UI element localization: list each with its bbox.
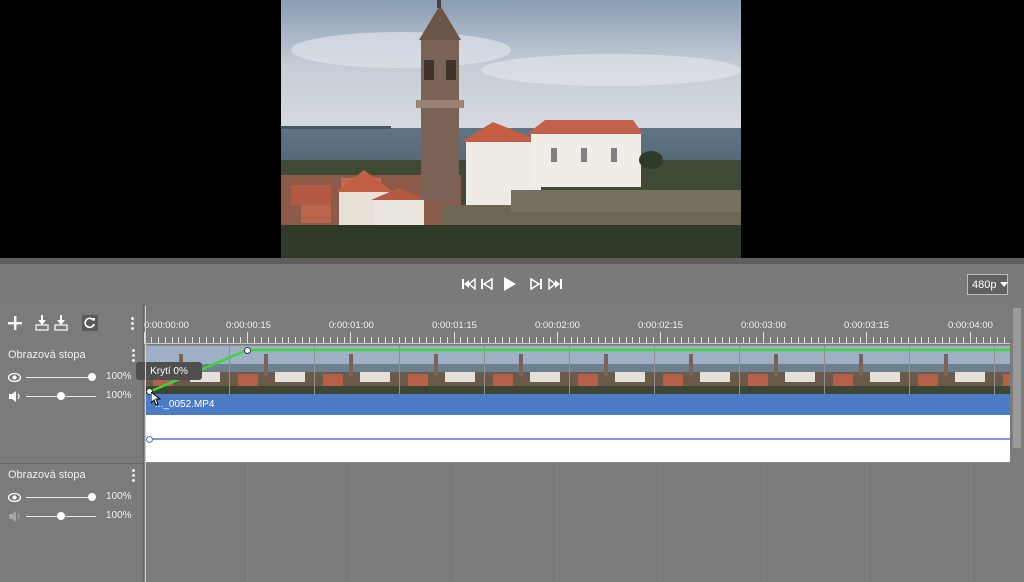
refresh-button[interactable] bbox=[82, 314, 98, 332]
refresh-icon bbox=[82, 315, 98, 331]
video-clip[interactable]: ..._0052.MP4 bbox=[144, 345, 1012, 463]
volume-slider-knob[interactable] bbox=[57, 392, 65, 400]
eye-icon bbox=[8, 492, 21, 503]
cursor-icon bbox=[150, 390, 162, 411]
track-name: Obrazová stopa bbox=[8, 469, 86, 481]
opacity-slider-knob[interactable] bbox=[88, 493, 96, 501]
rewind-to-start-icon[interactable] bbox=[459, 274, 479, 294]
align-bottom-icon bbox=[35, 315, 49, 331]
volume-keyframe[interactable] bbox=[146, 436, 153, 443]
clip-name: ..._0052.MP4 bbox=[155, 399, 215, 410]
volume-slider[interactable]: 100% bbox=[8, 510, 136, 524]
clip-thumbnail bbox=[825, 346, 910, 394]
quality-value: 480p bbox=[972, 278, 997, 291]
speaker-icon bbox=[9, 391, 20, 402]
scrollbar-thumb[interactable] bbox=[1013, 308, 1021, 448]
timeline[interactable]: 0:00:00:00 0:00:00:15 0:00:01:00 0:00:01… bbox=[144, 304, 1012, 582]
track-menu-icon[interactable] bbox=[132, 469, 136, 482]
fast-forward-to-end-icon[interactable] bbox=[545, 274, 565, 294]
ruler-label: 0:00:03:00 bbox=[741, 320, 786, 331]
clip-thumbnail bbox=[655, 346, 740, 394]
ruler-label: 0:00:01:00 bbox=[329, 320, 374, 331]
plus-icon bbox=[8, 316, 22, 330]
toolbar-more-icon[interactable] bbox=[131, 317, 135, 330]
opacity-keyframe-end[interactable] bbox=[244, 347, 251, 354]
clip-header[interactable]: ..._0052.MP4 bbox=[145, 394, 1011, 415]
volume-slider[interactable]: 100% bbox=[8, 390, 136, 404]
volume-value: 100% bbox=[106, 510, 132, 521]
track-header-panel: Obrazová stopa 100% 100% Obrazová stopa … bbox=[0, 304, 144, 582]
preview-frame bbox=[281, 0, 741, 258]
ruler-label: 0:00:03:15 bbox=[844, 320, 889, 331]
ruler-label: 0:00:02:00 bbox=[535, 320, 580, 331]
ruler-label: 0:00:04:00 bbox=[948, 320, 993, 331]
clip-thumbnail bbox=[570, 346, 655, 394]
opacity-slider-knob[interactable] bbox=[88, 373, 96, 381]
clip-thumbnails bbox=[145, 346, 1011, 394]
clip-thumbnail bbox=[485, 346, 570, 394]
opacity-slider[interactable]: 100% bbox=[8, 491, 136, 505]
empty-track-grid[interactable] bbox=[144, 464, 1010, 582]
opacity-slider-rail bbox=[26, 497, 96, 498]
previous-frame-icon[interactable] bbox=[477, 274, 497, 294]
transport-bar: 480p bbox=[0, 264, 1024, 304]
next-frame-icon[interactable] bbox=[526, 274, 546, 294]
volume-value: 100% bbox=[106, 390, 132, 401]
align-bottom-icon bbox=[54, 315, 68, 331]
clip-thumbnail bbox=[315, 346, 400, 394]
ruler-label: 0:00:00:00 bbox=[144, 320, 189, 331]
clip-thumbnail bbox=[400, 346, 485, 394]
clip-thumbnail bbox=[740, 346, 825, 394]
opacity-slider-rail bbox=[26, 377, 96, 378]
thumbnail-strip bbox=[145, 346, 1011, 394]
ruler-label: 0:00:02:15 bbox=[638, 320, 683, 331]
vertical-scrollbar[interactable] bbox=[1010, 304, 1024, 582]
track-menu-icon[interactable] bbox=[132, 349, 136, 362]
play-icon[interactable] bbox=[500, 274, 520, 294]
opacity-value: 100% bbox=[106, 491, 132, 502]
track-header-1: Obrazová stopa 100% 100% bbox=[0, 344, 144, 464]
volume-slider-knob[interactable] bbox=[57, 512, 65, 520]
video-preview bbox=[0, 0, 1024, 258]
preview-image bbox=[281, 0, 741, 258]
ruler-label: 0:00:01:15 bbox=[432, 320, 477, 331]
opacity-slider[interactable]: 100% bbox=[8, 371, 136, 385]
time-ruler[interactable]: 0:00:00:00 0:00:00:15 0:00:01:00 0:00:01… bbox=[144, 304, 1010, 344]
speaker-muted-icon bbox=[9, 511, 20, 522]
ruler-label: 0:00:00:15 bbox=[226, 320, 271, 331]
opacity-value: 100% bbox=[106, 371, 132, 382]
clip-thumbnail bbox=[910, 346, 995, 394]
split-button[interactable] bbox=[35, 314, 49, 332]
clip-thumbnail bbox=[995, 346, 1011, 394]
merge-button[interactable] bbox=[54, 314, 68, 332]
chevron-down-icon bbox=[1000, 282, 1009, 287]
quality-select[interactable]: 480p bbox=[967, 274, 1009, 295]
track-name: Obrazová stopa bbox=[8, 349, 86, 361]
playhead[interactable] bbox=[145, 306, 146, 582]
clip-thumbnail bbox=[230, 346, 315, 394]
track-header-2: Obrazová stopa 100% 100% bbox=[0, 464, 144, 582]
add-track-button[interactable] bbox=[8, 314, 22, 332]
eye-icon bbox=[8, 372, 21, 383]
